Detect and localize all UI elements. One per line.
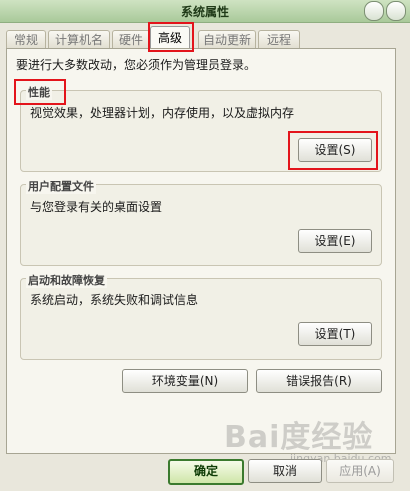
user-profile-settings-button[interactable]: 设置(E) [298, 229, 372, 253]
user-profile-group [20, 184, 382, 266]
tab-hardware[interactable]: 硬件 [112, 30, 150, 49]
startup-recovery-group-label: 启动和故障恢复 [26, 272, 107, 288]
ok-button[interactable]: 确定 [168, 459, 244, 485]
tab-computer-name[interactable]: 计算机名 [48, 30, 110, 49]
cancel-button[interactable]: 取消 [248, 459, 322, 483]
user-profile-group-label: 用户配置文件 [26, 178, 96, 194]
environment-variables-button[interactable]: 环境变量(N) [122, 369, 248, 393]
baidu-watermark: Bai度经验 [224, 420, 374, 455]
tab-general[interactable]: 常规 [6, 30, 46, 49]
tab-auto-update[interactable]: 自动更新 [198, 30, 256, 49]
admin-notice: 要进行大多数改动，您必须作为管理员登录。 [16, 58, 257, 72]
startup-recovery-description: 系统启动，系统失败和调试信息 [30, 293, 199, 307]
apply-button[interactable]: 应用(A) [326, 459, 394, 483]
error-report-button[interactable]: 错误报告(R) [256, 369, 382, 393]
performance-description: 视觉效果，处理器计划，内存使用，以及虚拟内存 [30, 106, 295, 120]
performance-group-label: 性能 [26, 84, 52, 100]
tab-advanced[interactable]: 高级 [150, 26, 190, 49]
performance-settings-button[interactable]: 设置(S) [298, 138, 372, 162]
startup-recovery-settings-button[interactable]: 设置(T) [298, 322, 372, 346]
tab-remote[interactable]: 远程 [258, 30, 300, 49]
close-window-button[interactable] [386, 1, 406, 21]
user-profile-description: 与您登录有关的桌面设置 [30, 200, 163, 214]
help-window-button[interactable] [364, 1, 384, 21]
title-bar: 系统属性 [0, 0, 410, 23]
window-title: 系统属性 [180, 5, 229, 19]
